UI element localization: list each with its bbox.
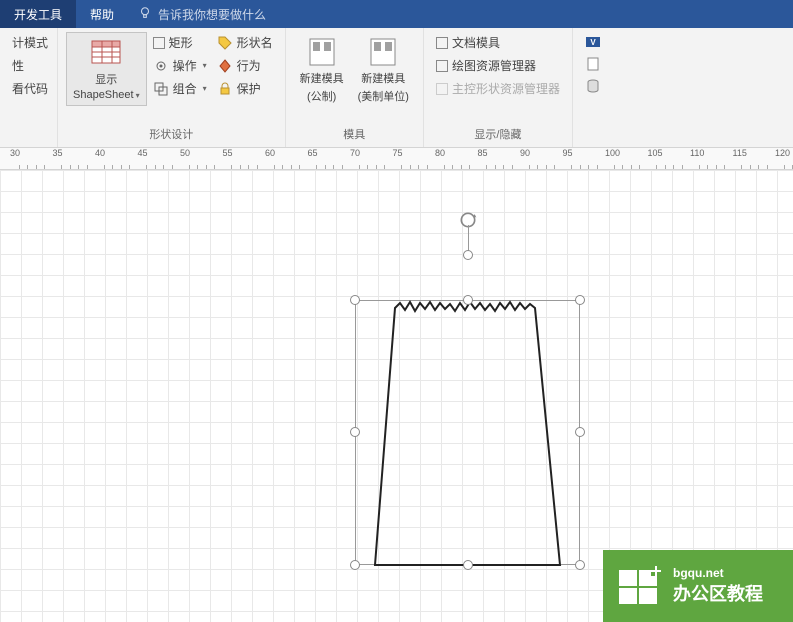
resize-handle-e[interactable] <box>575 427 585 437</box>
tab-help[interactable]: 帮助 <box>76 0 128 28</box>
diamond-icon <box>217 58 233 74</box>
horizontal-ruler: 3035404550556065707580859095100105110115… <box>0 148 793 170</box>
tell-me-search[interactable]: 告诉我你想要做什么 <box>128 0 276 28</box>
shapesheet-label: ShapeSheet▾ <box>73 89 140 101</box>
group-label <box>8 139 49 147</box>
page-icon-button[interactable] <box>581 54 605 74</box>
stencil-icon <box>367 36 399 68</box>
shape-name-button[interactable]: 形状名 <box>213 32 277 53</box>
stencil-label: 模具 <box>294 123 415 147</box>
watermark: bgqu.net 办公区教程 <box>603 550 793 622</box>
doc-stencil-checkbox[interactable]: 文档模具 <box>432 32 564 53</box>
resize-handle-top[interactable] <box>463 250 473 260</box>
tell-me-label: 告诉我你想要做什么 <box>158 6 266 23</box>
ribbon: 计模式 性 看代码 显示 ShapeSheet▾ 矩形 <box>0 28 793 148</box>
shape-selection[interactable] <box>355 255 580 565</box>
watermark-name: 办公区教程 <box>673 580 763 606</box>
bulb-icon <box>138 6 152 23</box>
stencil-icon <box>306 36 338 68</box>
shape-design-label: 形状设计 <box>66 123 277 147</box>
resize-handle-sw[interactable] <box>350 560 360 570</box>
resize-handle-n[interactable] <box>463 295 473 305</box>
drawing-explorer-checkbox[interactable]: 绘图资源管理器 <box>432 55 564 76</box>
show-hide-label: 显示/隐藏 <box>432 123 564 147</box>
checkbox-icon <box>153 37 165 49</box>
watermark-url: bgqu.net <box>673 566 763 580</box>
resize-handle-ne[interactable] <box>575 295 585 305</box>
show-shapesheet-button[interactable]: 显示 ShapeSheet▾ <box>66 32 147 106</box>
tag-icon <box>217 35 233 51</box>
office-logo-icon <box>615 562 663 610</box>
combine-icon <box>153 81 169 97</box>
resize-handle-se[interactable] <box>575 560 585 570</box>
tab-bar: 开发工具 帮助 告诉我你想要做什么 <box>0 0 793 28</box>
design-mode-button[interactable]: 计模式 <box>8 32 52 53</box>
checkbox-icon <box>436 37 448 49</box>
resize-handle-s[interactable] <box>463 560 473 570</box>
custom-shape[interactable] <box>365 300 570 570</box>
rect-button[interactable]: 矩形 <box>149 32 211 53</box>
operation-button[interactable]: 操作▾ <box>149 55 211 76</box>
checkbox-icon <box>436 60 448 72</box>
lock-icon <box>217 81 233 97</box>
master-explorer-checkbox: 主控形状资源管理器 <box>432 78 564 99</box>
spreadsheet-icon <box>90 37 122 69</box>
visio-icon: V <box>585 34 601 50</box>
properties-button[interactable]: 性 <box>8 55 52 76</box>
behavior-button[interactable]: 行为 <box>213 55 277 76</box>
db-icon-button[interactable] <box>581 76 605 96</box>
ruler-mark: 115 <box>733 148 747 169</box>
tab-dev-tools[interactable]: 开发工具 <box>0 0 76 28</box>
combine-button[interactable]: 组合▾ <box>149 78 211 99</box>
show-label: 显示 <box>95 71 117 87</box>
ribbon-group-show-hide: 文档模具 绘图资源管理器 主控形状资源管理器 显示/隐藏 <box>424 28 573 147</box>
ribbon-group-mode: 计模式 性 看代码 <box>0 28 58 147</box>
resize-handle-w[interactable] <box>350 427 360 437</box>
ribbon-group-right: V <box>573 28 613 147</box>
ribbon-group-shape-design: 显示 ShapeSheet▾ 矩形 操作▾ <box>58 28 286 147</box>
protect-button[interactable]: 保护 <box>213 78 277 99</box>
canvas-area[interactable]: bgqu.net 办公区教程 <box>0 170 793 622</box>
view-code-button[interactable]: 看代码 <box>8 78 52 99</box>
new-stencil-us-button[interactable]: 新建模具 (美制单位) <box>352 32 415 108</box>
gear-icon <box>153 58 169 74</box>
new-stencil-metric-button[interactable]: 新建模具 (公制) <box>294 32 350 108</box>
visio-icon-button[interactable]: V <box>581 32 605 52</box>
checkbox-icon <box>436 83 448 95</box>
ruler-mark: 110 <box>690 148 704 169</box>
page-icon <box>585 56 601 72</box>
resize-handle-nw[interactable] <box>350 295 360 305</box>
svg-text:V: V <box>590 38 596 47</box>
database-icon <box>585 78 601 94</box>
ribbon-group-stencil: 新建模具 (公制) 新建模具 (美制单位) 模具 <box>286 28 424 147</box>
